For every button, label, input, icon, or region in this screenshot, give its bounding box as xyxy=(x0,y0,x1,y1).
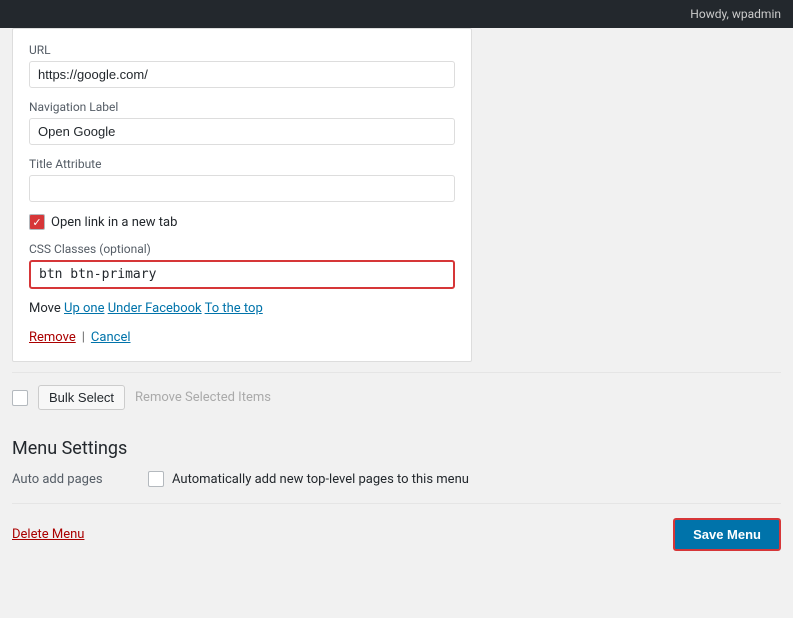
auto-add-checkbox-label: Automatically add new top-level pages to… xyxy=(172,472,469,487)
nav-label-field-group: Navigation Label xyxy=(29,100,455,145)
howdy-text: Howdy, wpadmin xyxy=(690,7,781,21)
nav-label-label: Navigation Label xyxy=(29,100,455,114)
save-menu-button[interactable]: Save Menu xyxy=(673,518,781,551)
move-label: Move xyxy=(29,301,61,316)
auto-add-pages-row: Auto add pages Automatically add new top… xyxy=(12,471,781,504)
open-new-tab-row: ✓ Open link in a new tab xyxy=(29,214,455,230)
move-to-top-link[interactable]: To the top xyxy=(205,301,263,316)
menu-settings-section: Menu Settings Auto add pages Automatical… xyxy=(12,422,781,504)
menu-settings-title: Menu Settings xyxy=(12,438,781,459)
bulk-checkbox[interactable] xyxy=(12,390,28,406)
move-row: Move Up one Under Facebook To the top xyxy=(29,301,455,316)
remove-link[interactable]: Remove xyxy=(29,330,76,345)
title-attr-input[interactable] xyxy=(29,175,455,202)
css-classes-field-group: CSS Classes (optional) xyxy=(29,242,455,289)
move-under-facebook-link[interactable]: Under Facebook xyxy=(108,301,202,316)
open-new-tab-checkbox[interactable]: ✓ xyxy=(29,214,45,230)
remove-selected-label: Remove Selected Items xyxy=(135,390,271,405)
url-label: URL xyxy=(29,43,455,57)
open-new-tab-label: Open link in a new tab xyxy=(51,215,177,230)
bulk-select-button[interactable]: Bulk Select xyxy=(38,385,125,410)
actions-row: Remove | Cancel xyxy=(29,330,455,345)
auto-add-checkbox-row: Automatically add new top-level pages to… xyxy=(148,471,469,487)
top-bar: Howdy, wpadmin xyxy=(0,0,793,28)
css-classes-label: CSS Classes (optional) xyxy=(29,242,455,256)
auto-add-checkbox[interactable] xyxy=(148,471,164,487)
menu-item-form: URL Navigation Label Title Attribute ✓ O… xyxy=(12,28,472,362)
move-up-one-link[interactable]: Up one xyxy=(64,301,104,316)
nav-label-input[interactable] xyxy=(29,118,455,145)
auto-add-pages-label: Auto add pages xyxy=(12,472,132,487)
bulk-row: Bulk Select Remove Selected Items xyxy=(12,372,781,422)
page-wrapper: URL Navigation Label Title Attribute ✓ O… xyxy=(0,28,793,567)
delete-menu-link[interactable]: Delete Menu xyxy=(12,527,84,542)
checkmark-icon: ✓ xyxy=(32,217,41,228)
css-classes-input[interactable] xyxy=(29,260,455,289)
cancel-link[interactable]: Cancel xyxy=(91,330,131,345)
title-attr-label: Title Attribute xyxy=(29,157,455,171)
url-field-group: URL xyxy=(29,43,455,88)
url-input[interactable] xyxy=(29,61,455,88)
bottom-bar: Delete Menu Save Menu xyxy=(12,504,781,555)
title-attr-field-group: Title Attribute xyxy=(29,157,455,202)
separator: | xyxy=(82,330,85,345)
